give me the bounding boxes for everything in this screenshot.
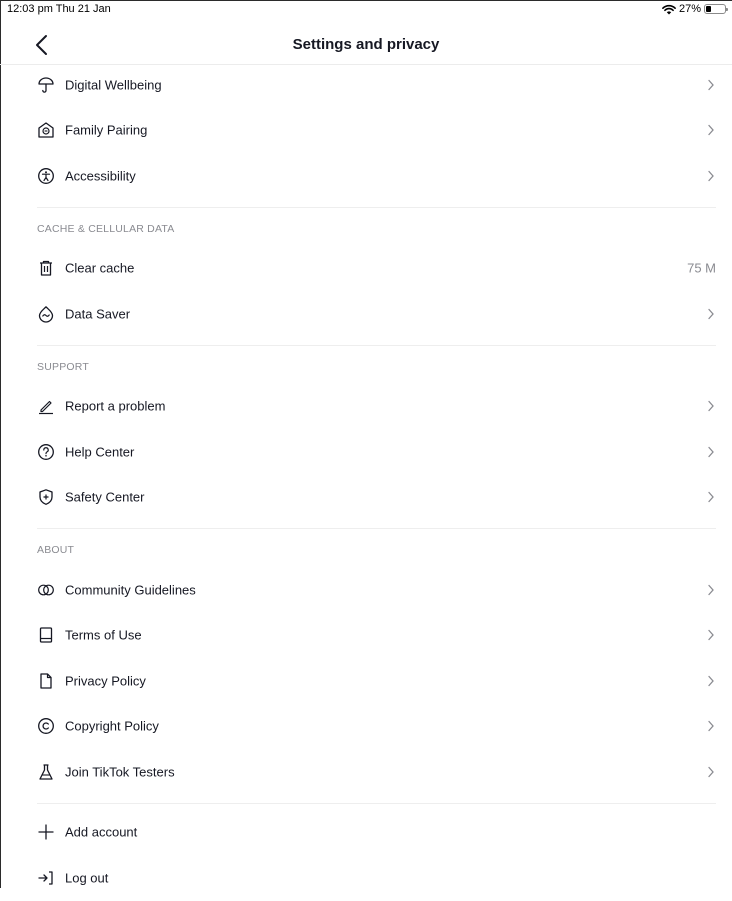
chevron-right-icon	[708, 766, 714, 777]
chevron-right-icon	[708, 125, 714, 136]
status-time: 12:03 pm Thu 21 Jan	[7, 3, 111, 15]
trash-icon	[37, 259, 55, 277]
chevron-right-icon	[708, 79, 714, 90]
chevron-right-icon	[708, 446, 714, 457]
cache-size-value: 75 M	[687, 260, 716, 276]
row-label: Safety Center	[65, 489, 145, 505]
navigation-bar: Settings and privacy	[0, 26, 732, 65]
row-label: Copyright Policy	[65, 718, 159, 734]
row-label: Family Pairing	[65, 122, 148, 138]
row-safety-center[interactable]: Safety Center	[0, 475, 732, 521]
row-label: Privacy Policy	[65, 673, 146, 689]
row-community-guidelines[interactable]: Community Guidelines	[0, 567, 732, 613]
row-label: Clear cache	[65, 260, 135, 276]
copyright-icon	[37, 717, 55, 735]
row-data-saver[interactable]: Data Saver	[0, 291, 732, 337]
page-title: Settings and privacy	[292, 36, 440, 53]
section-header-label: CACHE & CELLULAR DATA	[37, 222, 175, 235]
row-label: Log out	[65, 870, 109, 886]
row-label: Add account	[65, 824, 138, 840]
question-icon	[37, 443, 55, 461]
section-header-about: ABOUT	[0, 529, 732, 567]
battery-fill	[706, 6, 711, 12]
data-saver-icon	[37, 305, 55, 323]
status-bar: 12:03 pm Thu 21 Jan 27%	[0, 0, 732, 20]
section-header-label: SUPPORT	[37, 360, 89, 373]
row-family-pairing[interactable]: Family Pairing	[0, 108, 732, 154]
section-header-cache: CACHE & CELLULAR DATA	[0, 208, 732, 246]
row-label: Community Guidelines	[65, 582, 196, 598]
row-join-testers[interactable]: Join TikTok Testers	[0, 749, 732, 795]
row-accessibility[interactable]: Accessibility	[0, 153, 732, 199]
row-label: Digital Wellbeing	[65, 77, 162, 93]
row-label: Terms of Use	[65, 627, 142, 643]
chevron-right-icon	[708, 630, 714, 641]
flask-icon	[37, 763, 55, 781]
chevron-right-icon	[708, 401, 714, 412]
row-label: Join TikTok Testers	[65, 764, 175, 780]
row-label: Report a problem	[65, 398, 166, 414]
row-label: Data Saver	[65, 306, 131, 322]
battery-percent: 27%	[678, 3, 701, 15]
battery-cap	[726, 8, 728, 11]
chevron-right-icon	[708, 170, 714, 181]
battery-icon	[704, 4, 728, 14]
row-add-account[interactable]: Add account	[0, 810, 732, 856]
row-clear-cache[interactable]: Clear cache 75 M	[0, 246, 732, 292]
overlapping-circles-icon	[37, 581, 55, 599]
row-report-problem[interactable]: Report a problem	[0, 384, 732, 430]
row-help-center[interactable]: Help Center	[0, 429, 732, 475]
row-log-out[interactable]: Log out	[0, 855, 732, 901]
wifi-icon	[662, 4, 676, 14]
row-copyright-policy[interactable]: Copyright Policy	[0, 704, 732, 750]
chevron-right-icon	[708, 721, 714, 732]
chevron-right-icon	[708, 492, 714, 503]
logout-icon	[37, 869, 55, 887]
settings-list: Digital Wellbeing Family Pairing Accessi…	[0, 62, 732, 901]
row-label: Accessibility	[65, 168, 136, 184]
section-header-support: SUPPORT	[0, 346, 732, 384]
row-digital-wellbeing[interactable]: Digital Wellbeing	[0, 62, 732, 108]
chevron-right-icon	[708, 584, 714, 595]
row-terms-of-use[interactable]: Terms of Use	[0, 613, 732, 659]
book-icon	[37, 626, 55, 644]
umbrella-icon	[37, 76, 55, 94]
family-home-icon	[37, 121, 55, 139]
section-header-label: ABOUT	[37, 544, 75, 556]
chevron-right-icon	[708, 308, 714, 319]
row-label: Help Center	[65, 444, 135, 460]
document-icon	[37, 672, 55, 690]
row-privacy-policy[interactable]: Privacy Policy	[0, 658, 732, 704]
accessibility-icon	[37, 167, 55, 185]
shield-plus-icon	[37, 488, 55, 506]
plus-icon	[37, 823, 55, 841]
pencil-icon	[37, 397, 55, 415]
chevron-right-icon	[708, 675, 714, 686]
status-indicators: 27%	[662, 3, 728, 15]
